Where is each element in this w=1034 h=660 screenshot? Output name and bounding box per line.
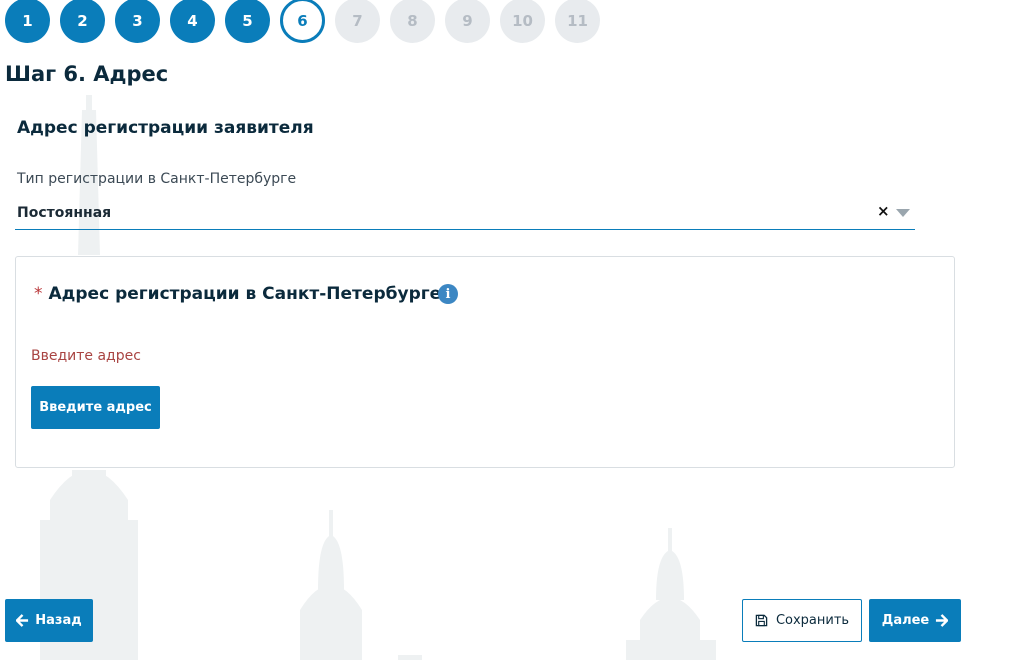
save-button[interactable]: Сохранить xyxy=(742,599,862,642)
arrow-left-icon xyxy=(16,614,29,627)
step-1[interactable]: 1 xyxy=(5,0,50,43)
step-7: 7 xyxy=(335,0,380,43)
step-6-current[interactable]: 6 xyxy=(280,0,325,43)
step-4[interactable]: 4 xyxy=(170,0,215,43)
wizard-stepper: 1 2 3 4 5 6 7 8 9 10 11 xyxy=(5,0,600,43)
address-card-title-text: Адрес регистрации в Санкт-Петербурге xyxy=(48,284,442,304)
chevron-down-icon[interactable] xyxy=(896,209,910,217)
arrow-right-icon xyxy=(936,614,949,627)
registration-type-select[interactable]: Постоянная × xyxy=(15,199,915,230)
address-card: * Адрес регистрации в Санкт-Петербурге i … xyxy=(15,256,955,468)
page-title: Шаг 6. Адрес xyxy=(5,62,169,86)
section-title: Адрес регистрации заявителя xyxy=(17,118,314,138)
step-8: 8 xyxy=(390,0,435,43)
address-error-text: Введите адрес xyxy=(31,348,141,364)
registration-type-value: Постоянная xyxy=(17,205,112,221)
required-mark: * xyxy=(34,284,43,304)
address-card-title: * Адрес регистрации в Санкт-Петербурге xyxy=(34,284,441,304)
back-button-label: Назад xyxy=(35,613,82,628)
step-2[interactable]: 2 xyxy=(60,0,105,43)
step-11: 11 xyxy=(555,0,600,43)
floppy-disk-icon xyxy=(755,614,768,627)
clear-icon[interactable]: × xyxy=(877,202,890,220)
enter-address-button[interactable]: Введите адрес xyxy=(31,386,160,429)
step-3[interactable]: 3 xyxy=(115,0,160,43)
next-button-label: Далее xyxy=(881,613,930,628)
registration-type-label: Тип регистрации в Санкт-Петербурге xyxy=(17,171,297,187)
info-icon[interactable]: i xyxy=(438,284,458,304)
step-9: 9 xyxy=(445,0,490,43)
enter-address-button-label: Введите адрес xyxy=(39,400,152,415)
step-5[interactable]: 5 xyxy=(225,0,270,43)
step-10: 10 xyxy=(500,0,545,43)
next-button[interactable]: Далее xyxy=(869,599,961,642)
save-button-label: Сохранить xyxy=(775,613,850,628)
back-button[interactable]: Назад xyxy=(5,599,93,642)
